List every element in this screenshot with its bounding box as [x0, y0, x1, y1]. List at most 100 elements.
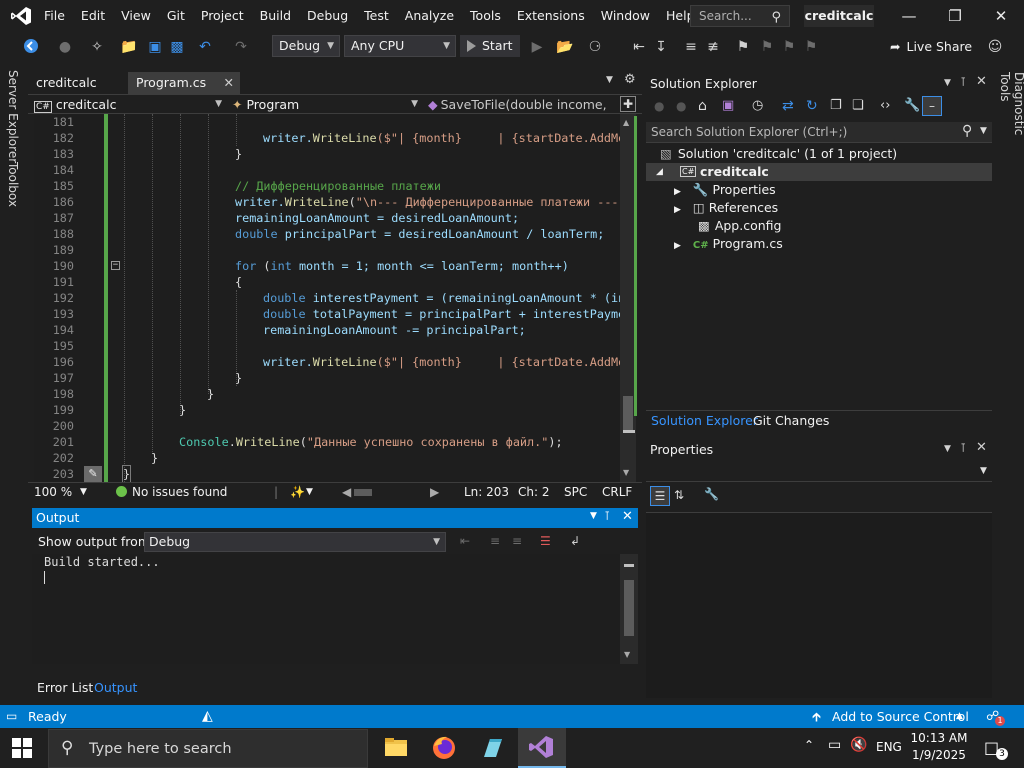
tree-item-properties[interactable]: ▶ 🔧 Properties [674, 181, 776, 199]
bookmark-icon[interactable]: ⚑ [734, 38, 752, 56]
zoom-level[interactable]: 100 % [34, 483, 72, 502]
close-panel-icon[interactable]: ✕ [622, 509, 633, 524]
scroll-up-icon[interactable]: ▲ [623, 118, 629, 127]
minimize-button[interactable]: — [886, 0, 932, 32]
categorized-icon[interactable]: ☰ [650, 486, 670, 506]
visual-studio-app[interactable] [518, 728, 566, 768]
taskbar-clock[interactable]: 10:13 AM 1/9/2025 [904, 730, 974, 764]
add-to-source-control[interactable]: Add to Source Control [832, 705, 969, 728]
view-code-icon[interactable]: ‹› [880, 98, 890, 113]
line-ending-indicator[interactable]: CRLF [602, 483, 632, 502]
navigate-back-icon[interactable] [22, 38, 40, 56]
start-debugging-button[interactable]: Start [460, 35, 520, 57]
pin-icon[interactable]: ⊺ [604, 509, 610, 523]
menu-view[interactable]: View [113, 0, 159, 32]
diagnostic-tools-tab[interactable]: Diagnostic Tools [998, 72, 1024, 135]
output-window-icon[interactable]: ◭ [202, 705, 213, 728]
comment-lines-icon[interactable]: ≡ [682, 38, 700, 56]
next-bookmark-icon[interactable]: ⚑ [780, 38, 798, 56]
tab-output[interactable]: Output [94, 678, 137, 698]
member-dropdown[interactable]: ◆SaveToFile(double income, do [428, 96, 618, 113]
output-source-dropdown[interactable]: Debug ▼ [144, 532, 446, 552]
menu-file[interactable]: File [36, 0, 73, 32]
tree-item-app-config[interactable]: ▩ App.config [698, 217, 781, 235]
firefox-app[interactable] [420, 728, 468, 768]
clear-bookmarks-icon[interactable]: ⚑ [802, 38, 820, 56]
output-text-area[interactable]: Build started... [32, 554, 620, 664]
tab-git-changes[interactable]: Git Changes [753, 411, 829, 431]
solution-explorer-search[interactable]: Search Solution Explorer (Ctrl+;) ⚲ ▼ [646, 122, 992, 143]
browse-folder-icon[interactable]: 📂 [556, 38, 574, 56]
save-all-icon[interactable]: ▩ [168, 38, 186, 56]
redo-icon[interactable]: ↷ [232, 38, 250, 56]
collapse-region-icon[interactable]: − [111, 261, 120, 270]
alphabetical-icon[interactable]: ⇅ [674, 488, 684, 502]
window-position-chevron-icon[interactable]: ▼ [944, 444, 951, 454]
collapse-all-icon[interactable]: ❐ [830, 98, 842, 113]
tree-item-project[interactable]: ◢ C# creditcalc [646, 163, 992, 181]
close-tab-icon[interactable]: ✕ [224, 72, 234, 94]
scroll-down-icon[interactable]: ▼ [624, 650, 630, 659]
show-hidden-icons-chevron[interactable]: ⌃ [804, 738, 814, 752]
network-icon[interactable]: ▭ [828, 737, 841, 753]
scroll-left-icon[interactable]: ◀ [342, 483, 351, 502]
server-explorer-tab[interactable]: Server Explorer [6, 70, 20, 163]
open-folder-icon[interactable]: 📁 [120, 38, 138, 56]
zoom-chevron-down-icon[interactable]: ▼ [80, 483, 87, 502]
toolbox-tab[interactable]: Toolbox [6, 162, 20, 207]
scrollbar-thumb[interactable] [624, 580, 634, 636]
pin-icon[interactable]: ⊺ [960, 441, 966, 455]
pending-changes-filter-icon[interactable]: ◷ [752, 98, 763, 113]
notepad-app[interactable] [468, 728, 516, 768]
preview-selected-items-icon[interactable]: – [922, 96, 942, 116]
windows-start-icon[interactable] [12, 738, 32, 758]
code-cleanup-icon[interactable]: ✨ [290, 483, 305, 502]
switch-views-icon[interactable]: ▣ [722, 98, 734, 113]
scroll-down-icon[interactable]: ▼ [623, 468, 629, 477]
menu-build[interactable]: Build [252, 0, 299, 32]
show-all-files-icon[interactable]: ❏ [852, 98, 864, 113]
tab-program-cs[interactable]: Program.cs ✕ [128, 72, 240, 94]
properties-object-selector[interactable]: ▼ [646, 462, 992, 482]
cleanup-chevron-down-icon[interactable]: ▼ [306, 483, 313, 502]
start-without-debugging-icon[interactable]: ▶ [528, 38, 546, 56]
menu-extensions[interactable]: Extensions [509, 0, 593, 32]
maximize-button[interactable]: ❐ [932, 0, 978, 32]
previous-bookmark-icon[interactable]: ⚑ [758, 38, 776, 56]
close-panel-icon[interactable]: ✕ [976, 74, 987, 89]
save-icon[interactable]: ▣ [146, 38, 164, 56]
tree-item-program-cs[interactable]: ▶ C# Program.cs [674, 235, 783, 253]
feedback-icon[interactable]: ☺ [986, 38, 1004, 56]
next-message-icon[interactable]: ≡ [512, 534, 522, 548]
clear-all-icon[interactable]: ☰ [540, 534, 551, 548]
class-dropdown[interactable]: ✦ Program ▼ [232, 96, 422, 113]
menu-project[interactable]: Project [193, 0, 252, 32]
previous-message-icon[interactable]: ≡ [490, 534, 500, 548]
solution-name-badge[interactable]: creditcalc [804, 5, 874, 27]
solution-platform-dropdown[interactable]: Any CPU ▼ [344, 35, 456, 57]
taskbar-search-box[interactable]: ⚲ Type here to search [48, 729, 368, 768]
issues-indicator[interactable]: No issues found [116, 483, 227, 502]
back-icon[interactable]: ● [654, 99, 664, 113]
line-indicator[interactable]: Ln: 203 [464, 483, 509, 502]
forward-icon[interactable]: ● [676, 99, 686, 113]
whitespace-indicator[interactable]: SPC [564, 483, 587, 502]
menu-window[interactable]: Window [593, 0, 658, 32]
tab-solution-explorer[interactable]: Solution Explorer [651, 411, 758, 431]
scrollbar-thumb[interactable] [623, 396, 633, 430]
quick-actions-icon[interactable]: ✎ [84, 466, 102, 482]
chevron-up-icon[interactable]: ▲ [956, 705, 963, 728]
word-wrap-icon[interactable]: ↲ [570, 534, 580, 548]
file-explorer-app[interactable] [372, 728, 420, 768]
menu-analyze[interactable]: Analyze [397, 0, 462, 32]
tree-item-solution[interactable]: ▧ Solution 'creditcalc' (1 of 1 project) [660, 145, 897, 163]
uncomment-lines-icon[interactable]: ≢ [704, 38, 722, 56]
menu-test[interactable]: Test [356, 0, 397, 32]
sync-active-document-icon[interactable]: ⇄ [782, 98, 794, 114]
hot-reload-icon[interactable]: ⚆ [586, 38, 604, 56]
menu-git[interactable]: Git [159, 0, 193, 32]
scroll-right-icon[interactable]: ▶ [430, 483, 439, 502]
property-pages-wrench-icon[interactable]: 🔧 [704, 487, 719, 501]
tab-error-list[interactable]: Error List [37, 678, 93, 698]
column-indicator[interactable]: Ch: 2 [518, 483, 549, 502]
